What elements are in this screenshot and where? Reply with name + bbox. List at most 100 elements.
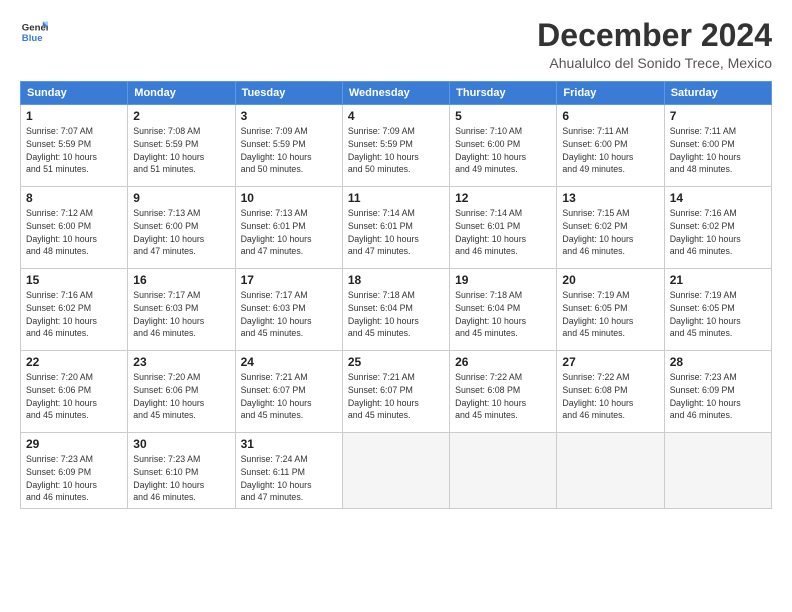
table-row: 25 Sunrise: 7:21 AM Sunset: 6:07 PM Dayli… xyxy=(342,351,449,433)
table-row: 1 Sunrise: 7:07 AM Sunset: 5:59 PM Daylig… xyxy=(21,105,128,187)
table-row xyxy=(450,433,557,509)
day-info: Sunrise: 7:16 AM Sunset: 6:02 PM Dayligh… xyxy=(670,207,766,258)
col-thursday: Thursday xyxy=(450,82,557,105)
day-info: Sunrise: 7:23 AM Sunset: 6:09 PM Dayligh… xyxy=(670,371,766,422)
day-number: 16 xyxy=(133,273,229,287)
day-info: Sunrise: 7:19 AM Sunset: 6:05 PM Dayligh… xyxy=(670,289,766,340)
table-row: 6 Sunrise: 7:11 AM Sunset: 6:00 PM Daylig… xyxy=(557,105,664,187)
day-number: 22 xyxy=(26,355,122,369)
table-row: 30Sunrise: 7:23 AM Sunset: 6:10 PM Dayli… xyxy=(128,433,235,509)
table-row: 4Sunrise: 7:09 AM Sunset: 5:59 PM Daylig… xyxy=(342,105,449,187)
day-number: 25 xyxy=(348,355,444,369)
day-info: Sunrise: 7:24 AM Sunset: 6:11 PM Dayligh… xyxy=(241,453,337,504)
col-sunday: Sunday xyxy=(21,82,128,105)
table-row: 16 Sunrise: 7:17 AM Sunset: 6:03 PM Dayli… xyxy=(128,269,235,351)
day-number: 14 xyxy=(670,191,766,205)
day-number: 23 xyxy=(133,355,229,369)
day-number: 18 xyxy=(348,273,444,287)
day-number: 12 xyxy=(455,191,551,205)
table-row: 20 Sunrise: 7:19 AM Sunset: 6:05 PM Dayli… xyxy=(557,269,664,351)
location-title: Ahualulco del Sonido Trece, Mexico xyxy=(537,55,772,71)
table-row: 11 Sunrise: 7:14 AM Sunset: 6:01 PM Dayli… xyxy=(342,187,449,269)
day-number: 1 xyxy=(26,109,122,123)
col-wednesday: Wednesday xyxy=(342,82,449,105)
day-info: Sunrise: 7:18 AM Sunset: 6:04 PM Dayligh… xyxy=(348,289,444,340)
table-row: 7 Sunrise: 7:11 AM Sunset: 6:00 PM Daylig… xyxy=(664,105,771,187)
calendar-table: Sunday Monday Tuesday Wednesday Thursday… xyxy=(20,81,772,509)
day-number: 21 xyxy=(670,273,766,287)
day-info: Sunrise: 7:09 AM Sunset: 5:59 PM Dayligh… xyxy=(241,125,337,176)
col-monday: Monday xyxy=(128,82,235,105)
table-row xyxy=(557,433,664,509)
table-row: 27 Sunrise: 7:22 AM Sunset: 6:08 PM Dayli… xyxy=(557,351,664,433)
svg-text:Blue: Blue xyxy=(22,33,43,44)
table-row: 2 Sunrise: 7:08 AM Sunset: 5:59 PM Daylig… xyxy=(128,105,235,187)
day-number: 29 xyxy=(26,437,122,451)
table-row: 5 Sunrise: 7:10 AM Sunset: 6:00 PM Daylig… xyxy=(450,105,557,187)
table-row: 3 Sunrise: 7:09 AM Sunset: 5:59 PM Daylig… xyxy=(235,105,342,187)
header: General Blue December 2024 Ahualulco del… xyxy=(20,18,772,71)
day-info: Sunrise: 7:17 AM Sunset: 6:03 PM Dayligh… xyxy=(241,289,337,340)
table-row: 12 Sunrise: 7:14 AM Sunset: 6:01 PM Dayli… xyxy=(450,187,557,269)
day-number: 27 xyxy=(562,355,658,369)
day-info: Sunrise: 7:08 AM Sunset: 5:59 PM Dayligh… xyxy=(133,125,229,176)
day-number: 11 xyxy=(348,191,444,205)
table-row: 29 Sunrise: 7:23 AM Sunset: 6:09 PM Dayli… xyxy=(21,433,128,509)
day-info: Sunrise: 7:20 AM Sunset: 6:06 PM Dayligh… xyxy=(26,371,122,422)
day-number: 28 xyxy=(670,355,766,369)
day-number: 5 xyxy=(455,109,551,123)
day-info: Sunrise: 7:13 AM Sunset: 6:00 PM Dayligh… xyxy=(133,207,229,258)
day-info: Sunrise: 7:11 AM Sunset: 6:00 PM Dayligh… xyxy=(562,125,658,176)
table-row: 19 Sunrise: 7:18 AM Sunset: 6:04 PM Dayli… xyxy=(450,269,557,351)
month-title: December 2024 xyxy=(537,18,772,53)
table-row xyxy=(342,433,449,509)
day-number: 10 xyxy=(241,191,337,205)
table-row: 9 Sunrise: 7:13 AM Sunset: 6:00 PM Daylig… xyxy=(128,187,235,269)
day-number: 24 xyxy=(241,355,337,369)
day-number: 30 xyxy=(133,437,229,451)
table-row: 24 Sunrise: 7:21 AM Sunset: 6:07 PM Dayli… xyxy=(235,351,342,433)
table-row: 8Sunrise: 7:12 AM Sunset: 6:00 PM Daylig… xyxy=(21,187,128,269)
table-row: 23 Sunrise: 7:20 AM Sunset: 6:06 PM Dayli… xyxy=(128,351,235,433)
day-info: Sunrise: 7:18 AM Sunset: 6:04 PM Dayligh… xyxy=(455,289,551,340)
table-row: 22 Sunrise: 7:20 AM Sunset: 6:06 PM Dayli… xyxy=(21,351,128,433)
day-info: Sunrise: 7:20 AM Sunset: 6:06 PM Dayligh… xyxy=(133,371,229,422)
table-row: 13 Sunrise: 7:15 AM Sunset: 6:02 PM Dayli… xyxy=(557,187,664,269)
day-number: 2 xyxy=(133,109,229,123)
header-row: Sunday Monday Tuesday Wednesday Thursday… xyxy=(21,82,772,105)
day-number: 6 xyxy=(562,109,658,123)
day-info: Sunrise: 7:23 AM Sunset: 6:09 PM Dayligh… xyxy=(26,453,122,504)
day-number: 7 xyxy=(670,109,766,123)
title-block: December 2024 Ahualulco del Sonido Trece… xyxy=(537,18,772,71)
col-saturday: Saturday xyxy=(664,82,771,105)
day-info: Sunrise: 7:07 AM Sunset: 5:59 PM Dayligh… xyxy=(26,125,122,176)
day-number: 3 xyxy=(241,109,337,123)
day-info: Sunrise: 7:22 AM Sunset: 6:08 PM Dayligh… xyxy=(455,371,551,422)
table-row: 17Sunrise: 7:17 AM Sunset: 6:03 PM Dayli… xyxy=(235,269,342,351)
day-number: 26 xyxy=(455,355,551,369)
day-info: Sunrise: 7:22 AM Sunset: 6:08 PM Dayligh… xyxy=(562,371,658,422)
day-number: 19 xyxy=(455,273,551,287)
table-row: 26 Sunrise: 7:22 AM Sunset: 6:08 PM Dayli… xyxy=(450,351,557,433)
day-info: Sunrise: 7:21 AM Sunset: 6:07 PM Dayligh… xyxy=(241,371,337,422)
logo-icon: General Blue xyxy=(20,18,48,46)
day-info: Sunrise: 7:21 AM Sunset: 6:07 PM Dayligh… xyxy=(348,371,444,422)
day-info: Sunrise: 7:14 AM Sunset: 6:01 PM Dayligh… xyxy=(455,207,551,258)
table-row: 28 Sunrise: 7:23 AM Sunset: 6:09 PM Dayli… xyxy=(664,351,771,433)
day-info: Sunrise: 7:11 AM Sunset: 6:00 PM Dayligh… xyxy=(670,125,766,176)
day-info: Sunrise: 7:19 AM Sunset: 6:05 PM Dayligh… xyxy=(562,289,658,340)
table-row: 10Sunrise: 7:13 AM Sunset: 6:01 PM Dayli… xyxy=(235,187,342,269)
day-info: Sunrise: 7:14 AM Sunset: 6:01 PM Dayligh… xyxy=(348,207,444,258)
day-info: Sunrise: 7:10 AM Sunset: 6:00 PM Dayligh… xyxy=(455,125,551,176)
table-row: 21 Sunrise: 7:19 AM Sunset: 6:05 PM Dayli… xyxy=(664,269,771,351)
logo: General Blue xyxy=(20,18,48,46)
table-row: 14 Sunrise: 7:16 AM Sunset: 6:02 PM Dayli… xyxy=(664,187,771,269)
day-number: 20 xyxy=(562,273,658,287)
day-number: 13 xyxy=(562,191,658,205)
col-friday: Friday xyxy=(557,82,664,105)
day-info: Sunrise: 7:15 AM Sunset: 6:02 PM Dayligh… xyxy=(562,207,658,258)
day-info: Sunrise: 7:17 AM Sunset: 6:03 PM Dayligh… xyxy=(133,289,229,340)
day-number: 9 xyxy=(133,191,229,205)
table-row: 31Sunrise: 7:24 AM Sunset: 6:11 PM Dayli… xyxy=(235,433,342,509)
table-row: 18 Sunrise: 7:18 AM Sunset: 6:04 PM Dayli… xyxy=(342,269,449,351)
